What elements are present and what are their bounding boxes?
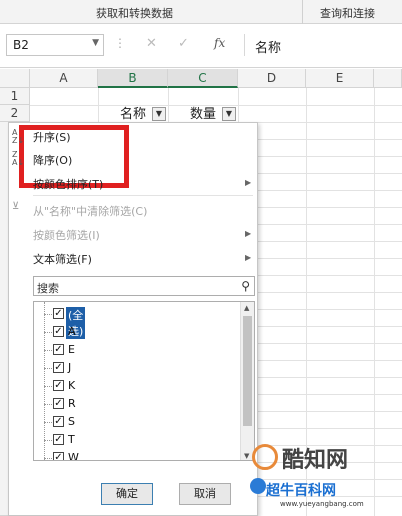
- ribbon-group-get-data: 获取和转换数据: [96, 7, 173, 20]
- list-item-label: T: [68, 433, 75, 446]
- menu-item-sort-desc[interactable]: 降序(O): [33, 152, 72, 168]
- tree-connector: [44, 422, 52, 423]
- tree-connector: [44, 404, 52, 405]
- watermark-url: www.yueyangbang.com: [280, 500, 364, 508]
- menu-item-clear-filter[interactable]: 从"名称"中清除筛选(C): [33, 203, 147, 219]
- checkbox-checked-icon[interactable]: ✓: [53, 362, 64, 373]
- column-header-b[interactable]: B: [98, 69, 168, 88]
- select-all-corner[interactable]: [0, 69, 30, 88]
- submenu-arrow-icon: ▶: [245, 178, 252, 187]
- ribbon-bar: 获取和转换数据 查询和连接: [0, 0, 402, 24]
- menu-item-text-filter[interactable]: 文本筛选(F): [33, 251, 92, 267]
- row-header-2[interactable]: 2: [0, 105, 30, 122]
- name-box[interactable]: B2 ▼: [6, 34, 104, 56]
- menu-item-filter-by-color[interactable]: 按颜色筛选(I): [33, 227, 100, 243]
- cancel-entry-icon[interactable]: ✕: [146, 36, 157, 51]
- list-item-label: E: [68, 343, 75, 356]
- list-item-label: R: [68, 397, 76, 410]
- ribbon-separator: [302, 0, 303, 24]
- search-icon: ⚲: [241, 279, 250, 293]
- tree-connector: [44, 350, 52, 351]
- submenu-arrow-icon: ▶: [245, 229, 252, 238]
- sort-asc-icon: A Z↓: [12, 128, 25, 145]
- watermark-brand: 酷知网: [282, 448, 349, 473]
- sort-desc-icon: Z A↓: [12, 150, 25, 167]
- list-item-label: J: [68, 361, 72, 374]
- tree-connector: [44, 440, 52, 441]
- confirm-entry-icon[interactable]: ✓: [178, 36, 189, 51]
- brand2-logo-icon: [250, 478, 266, 494]
- checkbox-checked-icon[interactable]: ✓: [53, 308, 64, 319]
- scrollbar-thumb[interactable]: [243, 316, 252, 426]
- list-item-label: K: [68, 379, 76, 392]
- filter-dropdown-button-c[interactable]: ▼: [222, 107, 236, 121]
- scroll-up-icon[interactable]: ▲: [244, 304, 249, 312]
- clear-filter-icon: ⊻: [12, 201, 20, 212]
- column-header-c[interactable]: C: [168, 69, 238, 88]
- formula-input[interactable]: 名称: [244, 34, 398, 56]
- checkbox-checked-icon[interactable]: ✓: [53, 326, 64, 337]
- filter-menu: A Z↓ 升序(S) Z A↓ 降序(O) 按颜色排序(T) ▶ ⊻ 从"名称"中清…: [8, 122, 258, 516]
- ribbon-group-queries: 查询和连接: [320, 7, 375, 20]
- filter-search-input[interactable]: 搜索 ⚲: [33, 276, 255, 296]
- cancel-button[interactable]: 取消: [179, 483, 231, 505]
- search-placeholder: 搜索: [37, 282, 59, 295]
- formula-value: 名称: [255, 41, 282, 56]
- formula-bar: B2 ▼ ⋮ ✕ ✓ fx 名称: [0, 24, 402, 68]
- ok-button[interactable]: 确定: [101, 483, 153, 505]
- checkbox-checked-icon[interactable]: ✓: [53, 434, 64, 445]
- column-header-d[interactable]: D: [238, 69, 306, 88]
- menu-item-sort-asc[interactable]: 升序(S): [33, 129, 71, 145]
- tree-connector: [44, 386, 52, 387]
- brand-logo-icon: [252, 444, 278, 470]
- list-item-label: W: [68, 451, 79, 461]
- tree-connector: [44, 368, 52, 369]
- tree-connector: [44, 314, 52, 315]
- list-item-label: S: [68, 415, 75, 428]
- scroll-down-icon[interactable]: ▼: [244, 452, 249, 460]
- column-header-e[interactable]: E: [306, 69, 374, 88]
- watermark-brand2: 超牛百科网: [266, 483, 336, 499]
- filter-dropdown-button-b[interactable]: ▼: [152, 107, 166, 121]
- watermark: 酷知网 超牛百科网 www.yueyangbang.com: [250, 438, 398, 514]
- menu-separator: [33, 195, 253, 196]
- list-item-label: A: [68, 325, 76, 338]
- submenu-arrow-icon: ▶: [245, 253, 252, 262]
- checkbox-checked-icon[interactable]: ✓: [53, 416, 64, 427]
- name-box-value: B2: [13, 38, 29, 52]
- checkbox-checked-icon[interactable]: ✓: [53, 380, 64, 391]
- column-header-a[interactable]: A: [30, 69, 98, 88]
- row-header-1[interactable]: 1: [0, 88, 30, 105]
- column-header-next[interactable]: [374, 69, 402, 88]
- chevron-down-icon[interactable]: ▼: [92, 38, 99, 48]
- insert-function-button[interactable]: fx: [214, 36, 225, 50]
- menu-item-sort-by-color[interactable]: 按颜色排序(T): [33, 176, 103, 192]
- tree-connector: [44, 458, 52, 459]
- checkbox-checked-icon[interactable]: ✓: [53, 452, 64, 460]
- filter-value-list[interactable]: ✓ (全选) ✓ A ✓ E ✓ J ✓ K ✓ R ✓ S ✓ T ✓ W ▲…: [33, 301, 255, 461]
- checkbox-checked-icon[interactable]: ✓: [53, 398, 64, 409]
- checkbox-checked-icon[interactable]: ✓: [53, 344, 64, 355]
- drag-handle-icon[interactable]: ⋮: [114, 36, 126, 50]
- tree-connector: [44, 332, 52, 333]
- tree-connector: [44, 302, 45, 460]
